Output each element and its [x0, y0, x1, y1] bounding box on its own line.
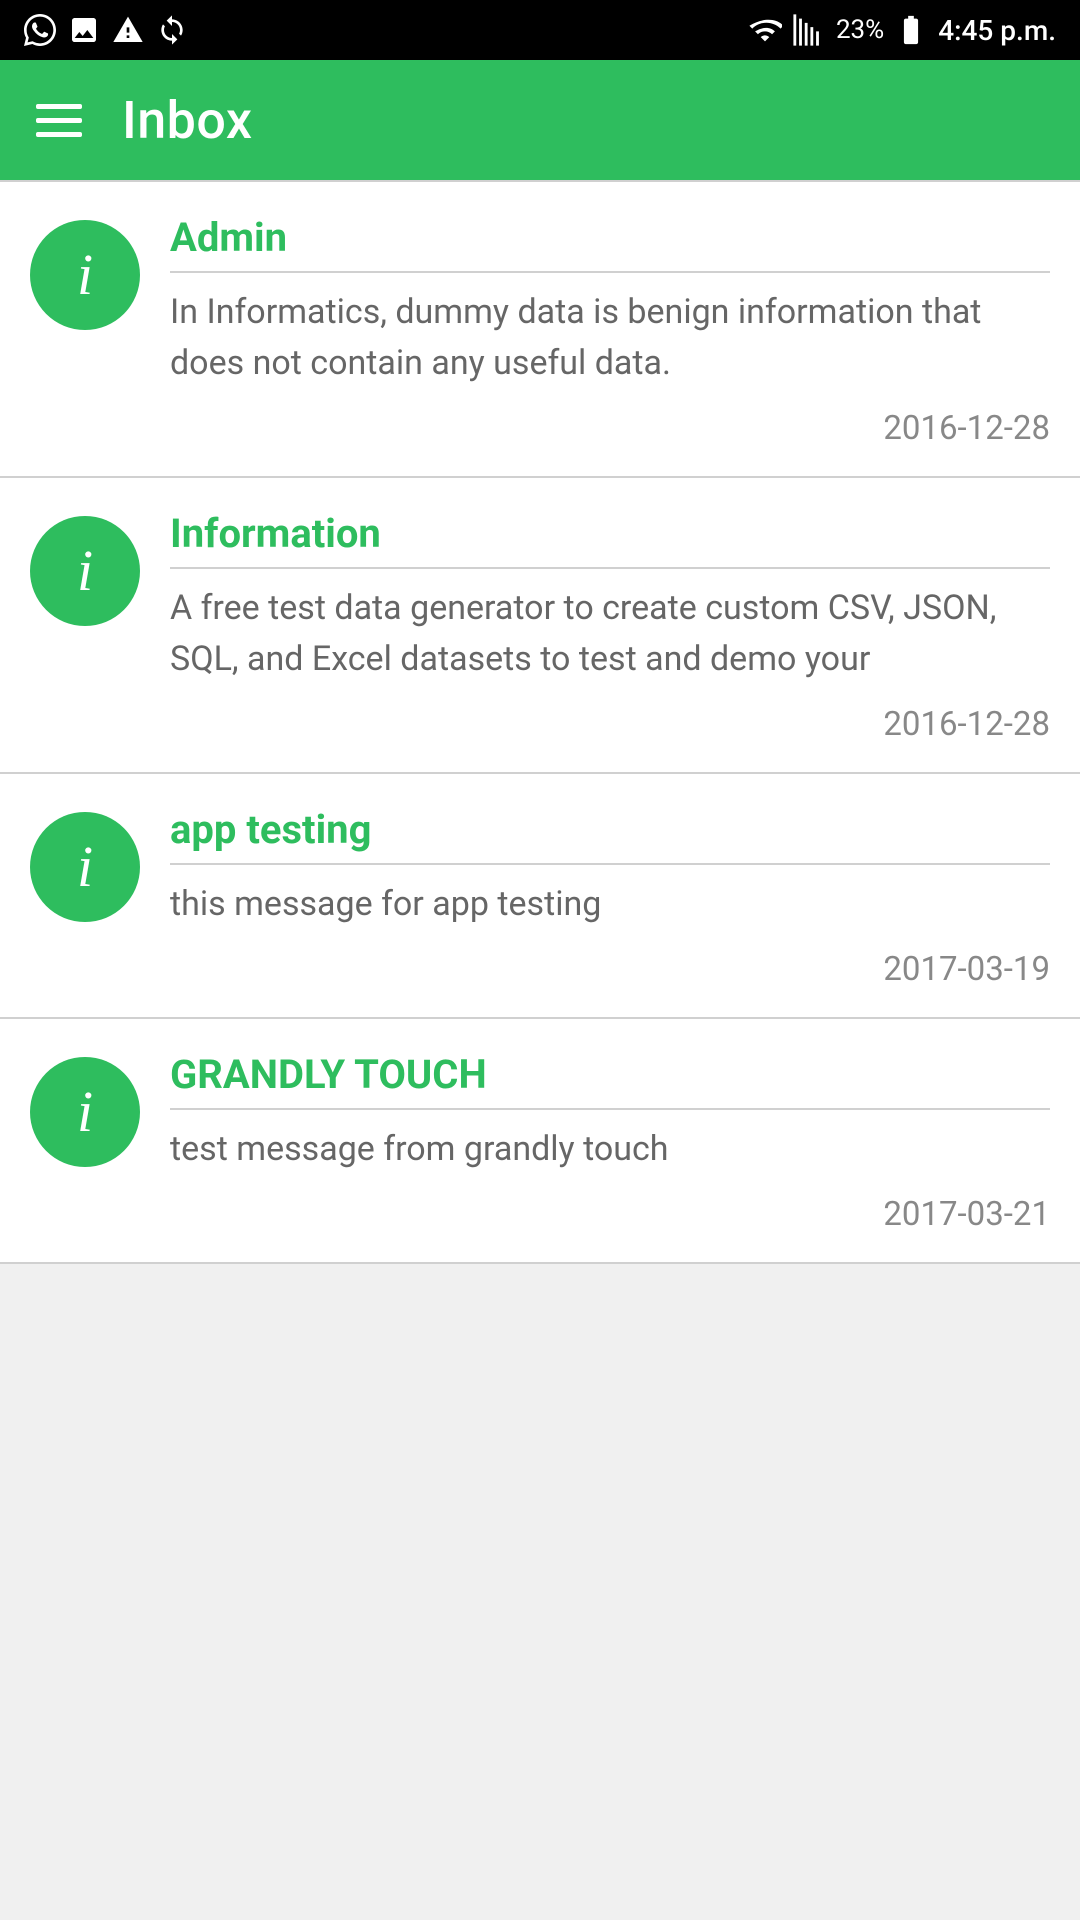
item-avatar: i: [30, 516, 140, 626]
item-divider: [170, 271, 1050, 273]
inbox-item[interactable]: i app testing this message for app testi…: [0, 774, 1080, 1019]
status-right-icons: 23% 4:45 p.m.: [748, 13, 1056, 47]
item-content: app testing this message for app testing…: [170, 806, 1050, 989]
status-time: 4:45 p.m.: [938, 14, 1056, 47]
wifi-icon: [748, 13, 782, 47]
item-sender: Admin: [170, 214, 1050, 261]
hamburger-menu-button[interactable]: [36, 104, 82, 137]
sync-icon: [156, 14, 188, 46]
item-preview: In Informatics, dummy data is benign inf…: [170, 287, 1050, 389]
item-preview: this message for app testing: [170, 879, 1050, 930]
item-avatar: i: [30, 1057, 140, 1167]
item-preview: A free test data generator to create cus…: [170, 583, 1050, 685]
inbox-list: i Admin In Informatics, dummy data is be…: [0, 180, 1080, 1264]
status-left-icons: [24, 14, 188, 46]
item-divider: [170, 567, 1050, 569]
item-date: 2017-03-19: [170, 950, 1050, 989]
image-icon: [68, 14, 100, 46]
signal-icon: [792, 13, 826, 47]
item-date: 2017-03-21: [170, 1195, 1050, 1234]
item-date: 2016-12-28: [170, 409, 1050, 448]
status-bar: 23% 4:45 p.m.: [0, 0, 1080, 60]
avatar-letter: i: [77, 838, 93, 896]
toolbar: Inbox: [0, 60, 1080, 180]
inbox-item[interactable]: i Information A free test data generator…: [0, 478, 1080, 774]
avatar-letter: i: [77, 246, 93, 304]
battery-text: 23%: [836, 15, 884, 45]
whatsapp-icon: [24, 14, 56, 46]
page-title: Inbox: [122, 90, 253, 151]
item-avatar: i: [30, 812, 140, 922]
item-sender: GRANDLY TOUCH: [170, 1051, 1050, 1098]
item-sender: Information: [170, 510, 1050, 557]
avatar-letter: i: [77, 542, 93, 600]
avatar-letter: i: [77, 1083, 93, 1141]
warning-icon: [112, 14, 144, 46]
item-avatar: i: [30, 220, 140, 330]
item-divider: [170, 1108, 1050, 1110]
item-content: Admin In Informatics, dummy data is beni…: [170, 214, 1050, 448]
item-preview: test message from grandly touch: [170, 1124, 1050, 1175]
item-date: 2016-12-28: [170, 705, 1050, 744]
inbox-item[interactable]: i Admin In Informatics, dummy data is be…: [0, 180, 1080, 478]
battery-icon: [894, 13, 928, 47]
inbox-item[interactable]: i GRANDLY TOUCH test message from grandl…: [0, 1019, 1080, 1264]
item-content: GRANDLY TOUCH test message from grandly …: [170, 1051, 1050, 1234]
item-sender: app testing: [170, 806, 1050, 853]
item-divider: [170, 863, 1050, 865]
item-content: Information A free test data generator t…: [170, 510, 1050, 744]
